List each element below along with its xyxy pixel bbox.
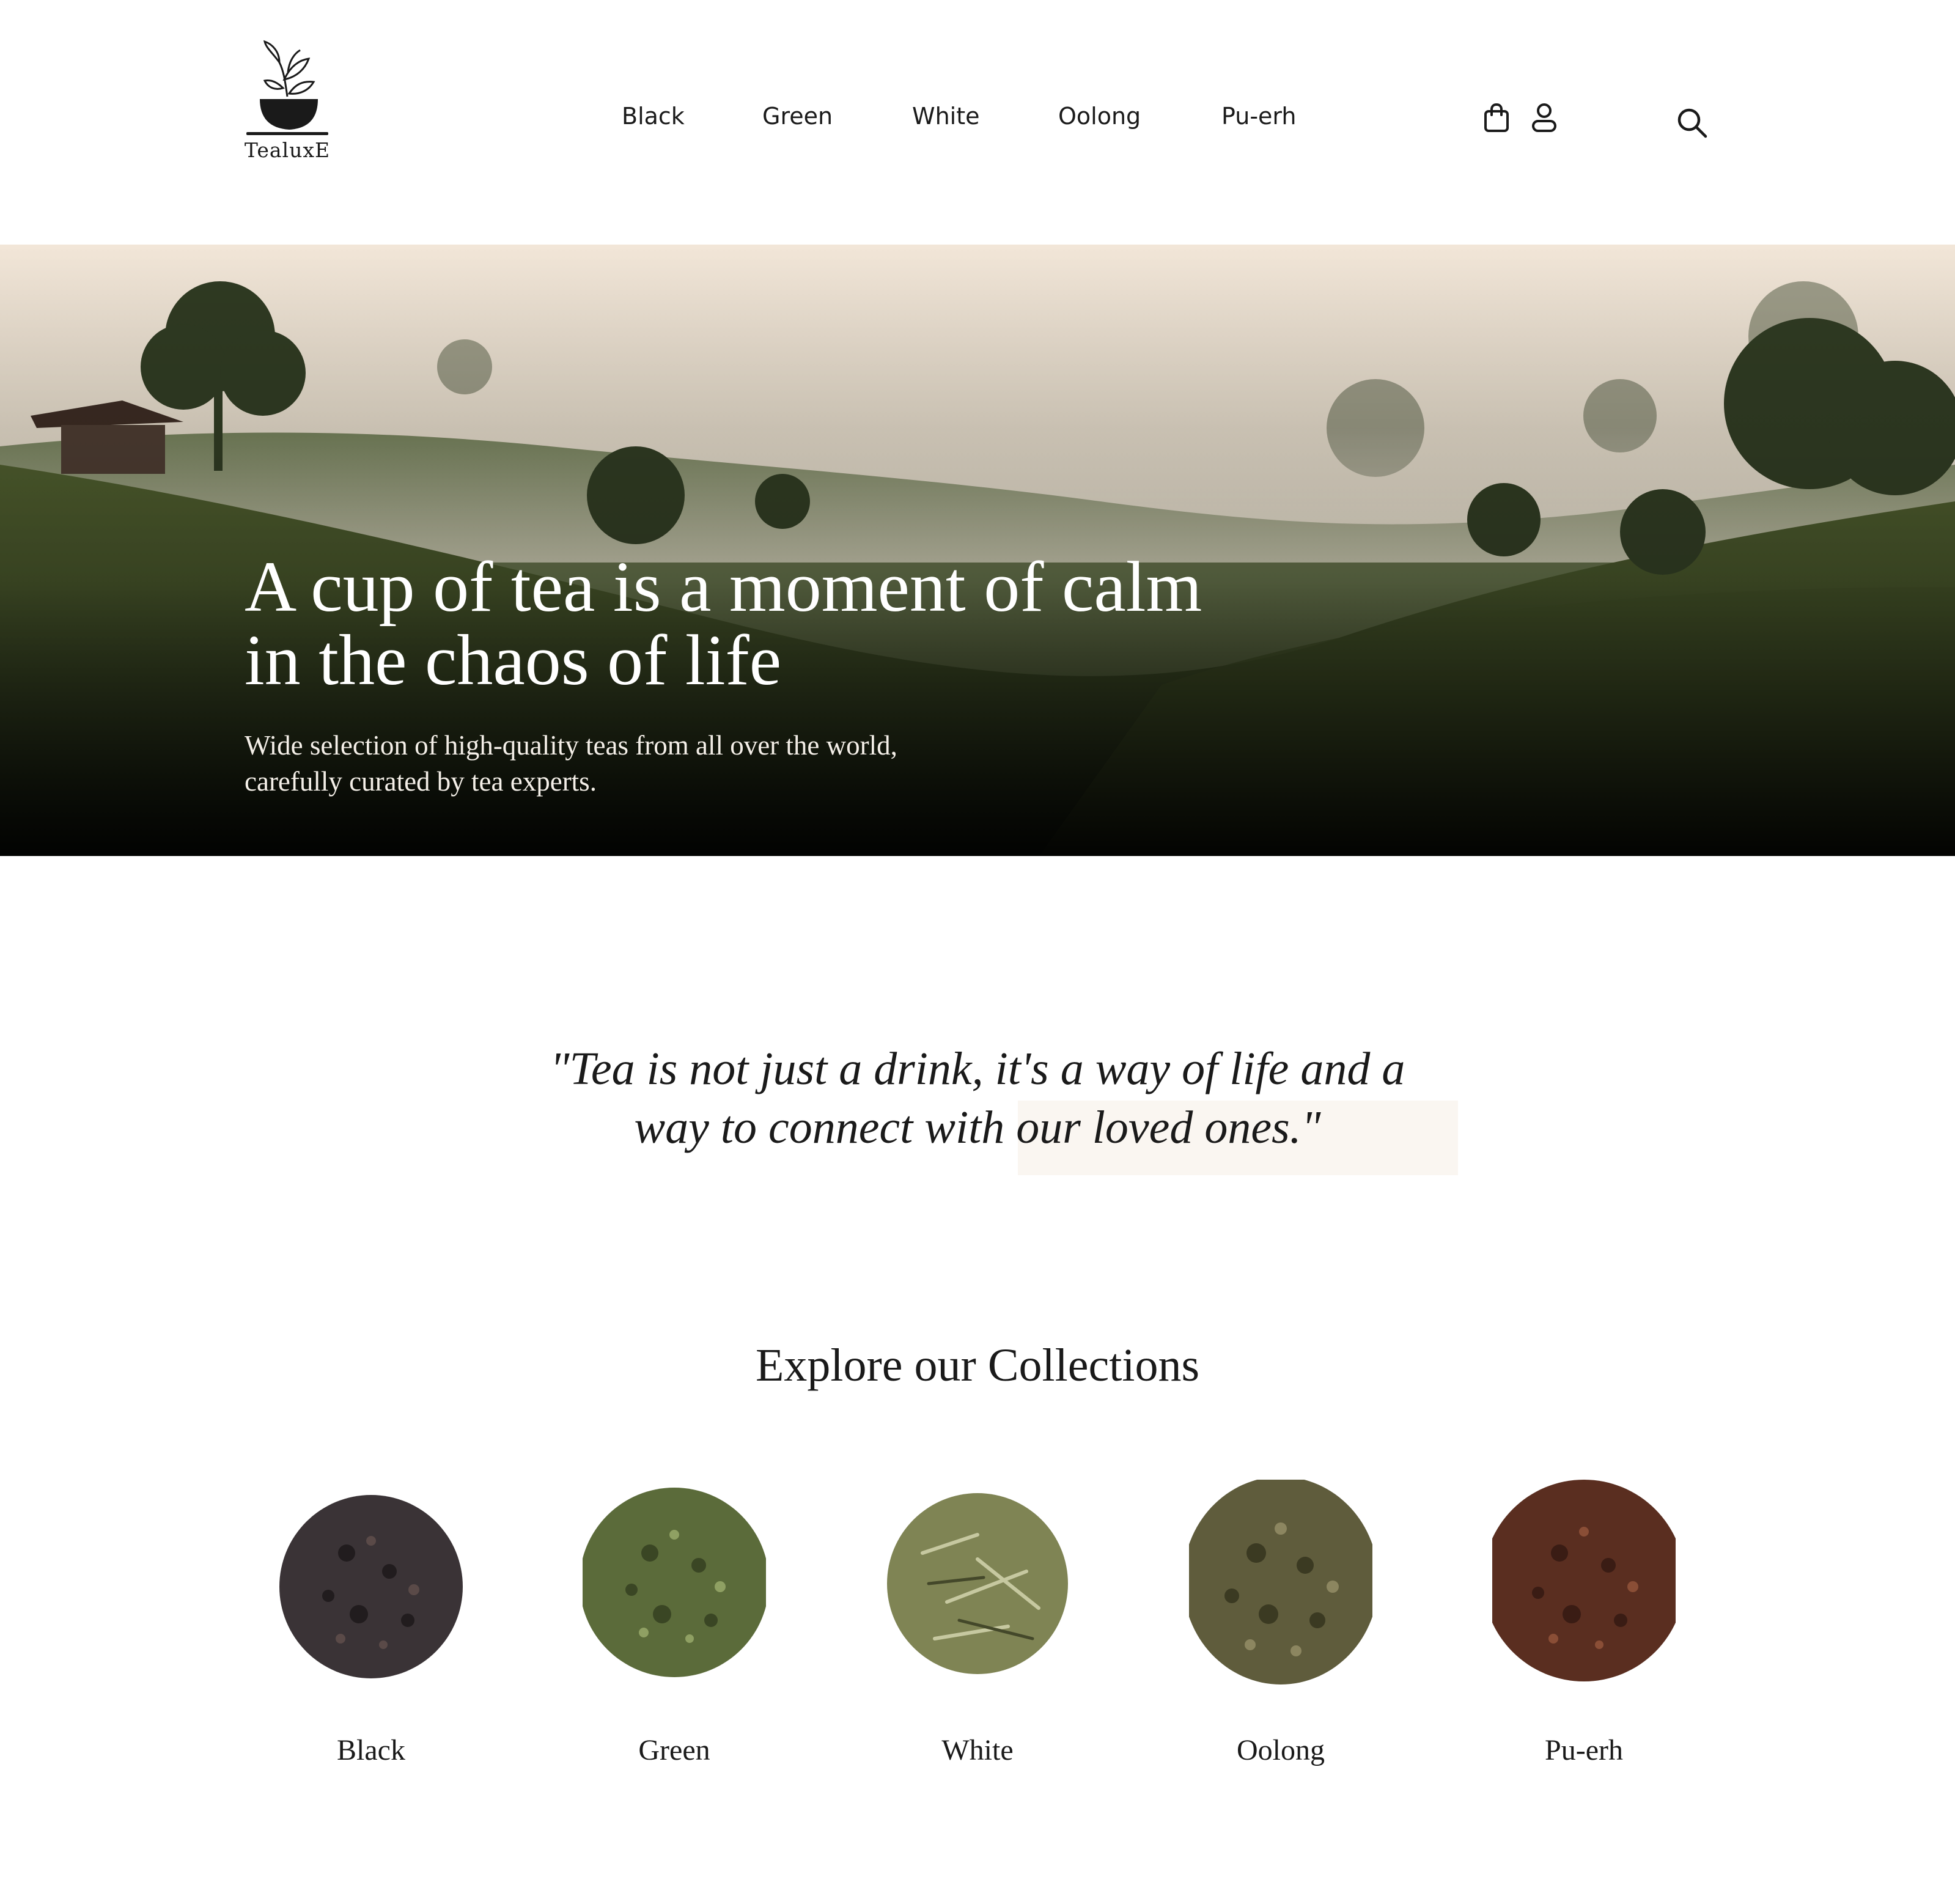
collection-label: Oolong <box>1237 1734 1325 1766</box>
brand-logo[interactable]: TealuxE <box>241 35 333 164</box>
search-icon[interactable] <box>1676 107 1708 139</box>
nav-item-green[interactable]: Green <box>762 103 833 130</box>
collection-label: Green <box>638 1734 710 1766</box>
shopping-bag-icon[interactable] <box>1483 103 1510 133</box>
nav-item-black[interactable]: Black <box>622 103 685 130</box>
teacup-logo-icon <box>246 40 328 135</box>
hero-subtitle-line: carefully curated by tea experts. <box>245 766 597 797</box>
hero-subtitle-line: Wide selection of high-quality teas from… <box>245 730 897 761</box>
collection-label: Black <box>337 1734 405 1766</box>
collection-label: Pu-erh <box>1545 1734 1623 1766</box>
hero-title-line: in the chaos of life <box>245 620 782 700</box>
collection-green[interactable]: Green <box>552 1480 797 1785</box>
white-tea-leaves-image <box>887 1493 1068 1674</box>
nav-item-pu-erh[interactable]: Pu-erh <box>1221 103 1296 130</box>
hero-title-line: A cup of tea is a moment of calm <box>245 547 1202 627</box>
collection-oolong[interactable]: Oolong <box>1158 1480 1403 1785</box>
collection-white[interactable]: White <box>855 1480 1100 1785</box>
nav-item-oolong[interactable]: Oolong <box>1058 103 1141 130</box>
collections-title: Explore our Collections <box>755 1340 1200 1391</box>
pu-erh-tea-leaves-image <box>1492 1480 1676 1681</box>
oolong-tea-leaves-image <box>1189 1480 1372 1684</box>
quote-line: "Tea is not just a drink, it's a way of … <box>550 1043 1405 1094</box>
nav-item-white[interactable]: White <box>912 103 980 130</box>
user-icon[interactable] <box>1531 103 1557 133</box>
hero-title: A cup of tea is a moment of calm in the … <box>245 550 1284 697</box>
brand-name: TealuxE <box>244 138 331 162</box>
tea-quote: "Tea is not just a drink, it's a way of … <box>0 1039 1955 1157</box>
collection-label: White <box>941 1734 1014 1766</box>
site-header: TealuxE Black Green White Oolong Pu-erh <box>0 0 1955 245</box>
black-tea-leaves-image <box>279 1495 463 1678</box>
collection-pu-erh[interactable]: Pu-erh <box>1462 1480 1706 1785</box>
collection-black[interactable]: Black <box>249 1480 493 1785</box>
quote-line: way to connect with our loved ones." <box>634 1102 1321 1153</box>
hero-subtitle: Wide selection of high-quality teas from… <box>245 728 1039 800</box>
hero-banner: A cup of tea is a moment of calm in the … <box>0 245 1955 856</box>
green-tea-leaves-image <box>583 1488 766 1677</box>
